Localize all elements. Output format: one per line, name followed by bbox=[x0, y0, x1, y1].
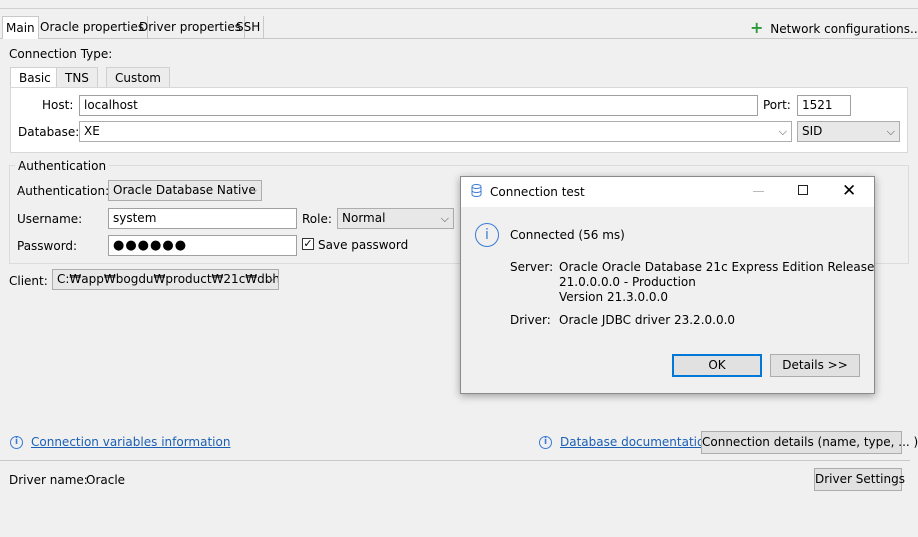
details-button[interactable]: Details >> bbox=[770, 354, 860, 377]
dialog-title: Connection test bbox=[490, 185, 585, 199]
driver-value: Oracle JDBC driver 23.2.0.0.0 bbox=[559, 313, 736, 327]
database-value: XE bbox=[84, 124, 100, 138]
driver-settings-button[interactable]: Driver Settings bbox=[814, 468, 905, 491]
database-label: Database: bbox=[18, 125, 80, 139]
ok-button[interactable]: OK bbox=[672, 354, 762, 377]
subtab-custom[interactable]: Custom bbox=[106, 67, 170, 87]
connection-variables-link[interactable]: Connection variables information bbox=[31, 435, 230, 449]
close-icon[interactable]: ✕ bbox=[842, 181, 856, 201]
database-documentation-link[interactable]: Database documentation bbox=[560, 435, 712, 449]
server-line: 21.0.0.0.0 - Production bbox=[559, 275, 696, 289]
authentication-section-title: Authentication bbox=[15, 159, 110, 173]
client-select[interactable]: C:₩app₩bogdu₩product₩21c₩dbhoı ⌵ bbox=[52, 269, 279, 290]
driver-name-label: Driver name: bbox=[9, 473, 88, 487]
subtab-basic[interactable]: Basic bbox=[10, 67, 60, 88]
plus-icon: + bbox=[750, 18, 764, 37]
driver-name-value: Oracle bbox=[86, 473, 126, 487]
database-input[interactable]: XE ⌵ bbox=[79, 121, 792, 142]
username-label: Username: bbox=[17, 212, 83, 226]
server-line: Oracle Oracle Database 21c Express Editi… bbox=[559, 260, 875, 274]
connection-type-label: Connection Type: bbox=[9, 47, 113, 61]
database-icon bbox=[471, 184, 482, 198]
password-input[interactable]: ●●●●●● bbox=[108, 235, 297, 256]
connection-test-dialog: Connection test ✕ i Connected (56 ms) Se… bbox=[460, 176, 875, 394]
tab-oracle-properties[interactable]: Oracle properties bbox=[37, 16, 149, 38]
subtab-tns[interactable]: TNS bbox=[56, 67, 98, 87]
port-label: Port: bbox=[763, 98, 791, 112]
password-label: Password: bbox=[17, 239, 78, 253]
role-value: Normal bbox=[342, 211, 386, 225]
chevron-down-icon: ⌵ bbox=[778, 125, 787, 138]
client-label: Client: bbox=[9, 274, 48, 288]
network-configurations-button[interactable]: + Network configurations... bbox=[750, 18, 918, 37]
role-select[interactable]: Normal ⌵ bbox=[337, 208, 454, 229]
authentication-value: Oracle Database Native bbox=[113, 183, 256, 197]
tab-driver-properties[interactable]: Driver properties bbox=[136, 16, 245, 38]
minimize-icon[interactable] bbox=[753, 191, 764, 192]
database-type-select[interactable]: SID ⌵ bbox=[797, 121, 900, 142]
footer-divider bbox=[0, 460, 910, 461]
info-icon: i bbox=[539, 436, 552, 449]
maximize-icon[interactable] bbox=[798, 185, 808, 195]
role-label: Role: bbox=[302, 212, 332, 226]
tab-main[interactable]: Main bbox=[2, 16, 39, 39]
database-type-value: SID bbox=[802, 124, 823, 138]
connection-status: Connected (56 ms) bbox=[510, 228, 625, 242]
save-password-checkbox[interactable]: ✓ bbox=[302, 238, 314, 250]
dialog-titlebar: Connection test ✕ bbox=[461, 177, 874, 207]
chevron-down-icon: ⌵ bbox=[248, 184, 257, 197]
chevron-down-icon: ⌵ bbox=[440, 212, 449, 225]
info-icon: i bbox=[475, 223, 499, 247]
save-password-label: Save password bbox=[318, 238, 409, 252]
port-input[interactable]: 1521 bbox=[797, 95, 851, 116]
connection-details-button[interactable]: Connection details (name, type, ... ) bbox=[701, 431, 918, 454]
host-input[interactable]: localhost bbox=[79, 95, 758, 116]
authentication-select[interactable]: Oracle Database Native ⌵ bbox=[108, 180, 262, 201]
chevron-down-icon: ⌵ bbox=[886, 125, 895, 138]
network-configurations-label: Network configurations... bbox=[770, 22, 918, 36]
username-input[interactable]: system bbox=[108, 208, 297, 229]
server-label: Server: bbox=[510, 260, 554, 274]
client-value: C:₩app₩bogdu₩product₩21c₩dbhoı bbox=[57, 272, 279, 286]
chevron-down-icon: ⌵ bbox=[265, 273, 274, 286]
authentication-label: Authentication: bbox=[17, 184, 110, 198]
info-icon: i bbox=[10, 436, 23, 449]
server-line: Version 21.3.0.0.0 bbox=[559, 290, 669, 304]
tab-ssh[interactable]: SSH bbox=[233, 16, 265, 38]
top-divider bbox=[0, 8, 918, 9]
tabstrip-divider bbox=[0, 38, 918, 39]
driver-label: Driver: bbox=[510, 313, 551, 327]
host-label: Host: bbox=[42, 98, 74, 112]
